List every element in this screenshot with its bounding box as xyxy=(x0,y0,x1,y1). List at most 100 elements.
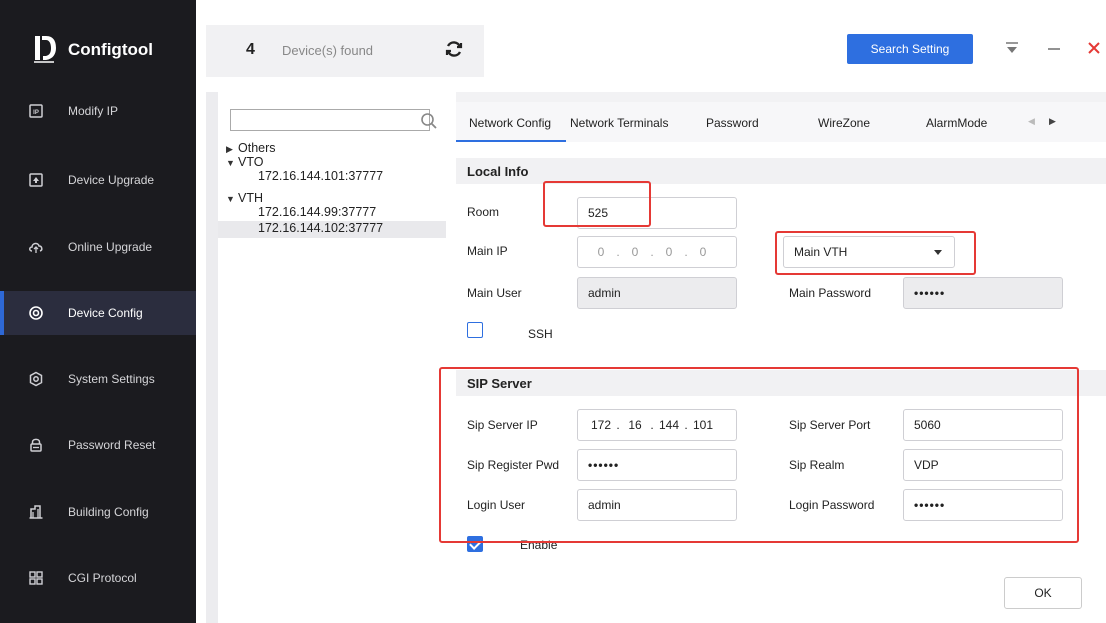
sip-register-pwd-label: Sip Register Pwd xyxy=(467,458,560,472)
tree-group-label: Others xyxy=(238,141,276,155)
ssh-checkbox[interactable] xyxy=(467,322,483,338)
protocol-icon xyxy=(29,571,43,585)
sip-server-section-header: SIP Server xyxy=(456,370,1106,396)
tree-device-item-selected[interactable]: 172.16.144.102:37777 xyxy=(218,221,446,238)
configtool-logo-icon xyxy=(34,36,56,63)
menu-dropdown-icon[interactable] xyxy=(1004,40,1020,56)
app-name: Configtool xyxy=(68,40,153,59)
search-setting-button[interactable]: Search Setting xyxy=(847,34,973,64)
sidebar-item-label: Password Reset xyxy=(68,438,156,452)
ip-dot: . xyxy=(650,245,654,259)
ip-octet: 172 xyxy=(590,418,612,432)
tree-device-item[interactable]: 172.16.144.99:37777 xyxy=(258,205,376,219)
ip-dot: . xyxy=(616,245,620,259)
chevron-down-icon xyxy=(934,250,942,255)
sidebar-item-building-config[interactable]: Building Config xyxy=(0,490,196,534)
room-label: Room xyxy=(467,205,500,219)
caret-down-icon: ▼ xyxy=(226,194,235,204)
ip-dot: . xyxy=(684,245,688,259)
tree-group-label: VTO xyxy=(238,155,264,169)
sidebar: Configtool IP Modify IP Device Upgrade O… xyxy=(0,0,196,623)
main-password-field[interactable]: •••••• xyxy=(903,277,1063,309)
ip-dot: . xyxy=(684,418,688,432)
cloud-upgrade-icon xyxy=(29,242,43,253)
login-password-field[interactable]: •••••• xyxy=(903,489,1063,521)
caret-down-icon: ▼ xyxy=(226,158,235,168)
device-count: 4 xyxy=(246,41,255,58)
main-ip-label: Main IP xyxy=(467,244,508,258)
login-user-field[interactable] xyxy=(577,489,737,521)
ip-octet: 144 xyxy=(658,418,680,432)
sidebar-item-online-upgrade[interactable]: Online Upgrade xyxy=(0,225,196,269)
sip-server-ip-field[interactable]: 172. 16. 144. 101 xyxy=(577,409,737,441)
ip-dot: . xyxy=(650,418,654,432)
device-count-label: Device(s) found xyxy=(282,43,374,58)
close-icon[interactable] xyxy=(1086,40,1102,56)
config-icon xyxy=(29,306,43,320)
settings-icon xyxy=(29,371,43,387)
enable-checkbox[interactable] xyxy=(467,536,483,552)
sidebar-item-label: Online Upgrade xyxy=(68,240,153,254)
device-type-select[interactable]: Main VTH xyxy=(783,236,955,268)
room-field[interactable] xyxy=(577,197,737,229)
ip-icon: IP xyxy=(29,104,43,118)
sidebar-item-label: Building Config xyxy=(68,505,149,519)
ip-octet: 0 xyxy=(597,245,605,259)
sip-server-ip-label: Sip Server IP xyxy=(467,418,538,432)
ip-octet: 101 xyxy=(692,418,714,432)
ip-dot: . xyxy=(616,418,620,432)
enable-label: Enable xyxy=(520,538,558,552)
local-info-section-header: Local Info xyxy=(456,158,1106,184)
tab-password[interactable]: Password xyxy=(706,116,759,130)
refresh-icon[interactable] xyxy=(444,39,464,59)
sidebar-item-device-upgrade[interactable]: Device Upgrade xyxy=(0,158,196,202)
main-ip-field[interactable]: 0. 0. 0. 0 xyxy=(577,236,737,268)
sidebar-item-modify-ip[interactable]: IP Modify IP xyxy=(0,89,196,133)
tab-network-terminals[interactable]: Network Terminals xyxy=(570,116,668,130)
svg-text:IP: IP xyxy=(33,110,39,116)
ip-octet: 0 xyxy=(699,245,707,259)
tree-group-vto[interactable]: ▼ VTO xyxy=(226,155,263,169)
sip-realm-field[interactable] xyxy=(903,449,1063,481)
sidebar-item-device-config[interactable]: Device Config xyxy=(0,291,196,335)
tab-network-config[interactable]: Network Config xyxy=(469,116,551,130)
config-tabs: Network Config Network Terminals Passwor… xyxy=(456,102,1106,142)
main-user-field[interactable]: admin xyxy=(577,277,737,309)
sidebar-item-cgi-protocol[interactable]: CGI Protocol xyxy=(0,556,196,600)
sidebar-item-label: Device Upgrade xyxy=(68,173,155,187)
search-icon[interactable] xyxy=(420,112,438,130)
tab-wirezone[interactable]: WireZone xyxy=(818,116,870,130)
sidebar-item-label: System Settings xyxy=(68,372,155,386)
section-title: SIP Server xyxy=(467,376,532,391)
brand: Configtool xyxy=(0,0,196,92)
ip-octet: 0 xyxy=(631,245,639,259)
device-type-value: Main VTH xyxy=(794,245,848,259)
sidebar-item-label: Device Config xyxy=(68,306,143,320)
tree-group-vth[interactable]: ▼ VTH xyxy=(226,191,263,205)
active-tab-indicator xyxy=(456,140,566,142)
section-title: Local Info xyxy=(467,164,529,179)
tab-scroll-left-icon[interactable]: ◀ xyxy=(1028,116,1035,127)
sip-register-pwd-field[interactable]: •••••• xyxy=(577,449,737,481)
main-user-label: Main User xyxy=(467,286,522,300)
sip-realm-label: Sip Realm xyxy=(789,458,845,472)
ssh-label: SSH xyxy=(528,327,553,341)
tree-group-label: VTH xyxy=(238,191,263,205)
device-search-input[interactable] xyxy=(230,109,430,131)
main-password-label: Main Password xyxy=(789,286,872,300)
tree-device-item[interactable]: 172.16.144.101:37777 xyxy=(258,169,383,183)
ip-octet: 0 xyxy=(665,245,673,259)
minimize-icon[interactable] xyxy=(1046,40,1062,56)
tab-scroll-right-icon[interactable]: ▶ xyxy=(1049,116,1056,127)
sidebar-item-system-settings[interactable]: System Settings xyxy=(0,357,196,401)
login-password-label: Login Password xyxy=(789,498,875,512)
ip-octet: 16 xyxy=(628,418,642,432)
sidebar-item-password-reset[interactable]: Password Reset xyxy=(0,423,196,467)
upgrade-icon xyxy=(29,173,43,187)
ok-button[interactable]: OK xyxy=(1004,577,1082,609)
tree-group-others[interactable]: ▶ Others xyxy=(226,141,276,155)
building-icon xyxy=(29,505,43,519)
tab-alarmmode[interactable]: AlarmMode xyxy=(926,116,987,130)
sip-server-port-field[interactable] xyxy=(903,409,1063,441)
sidebar-item-label: Modify IP xyxy=(68,104,119,118)
